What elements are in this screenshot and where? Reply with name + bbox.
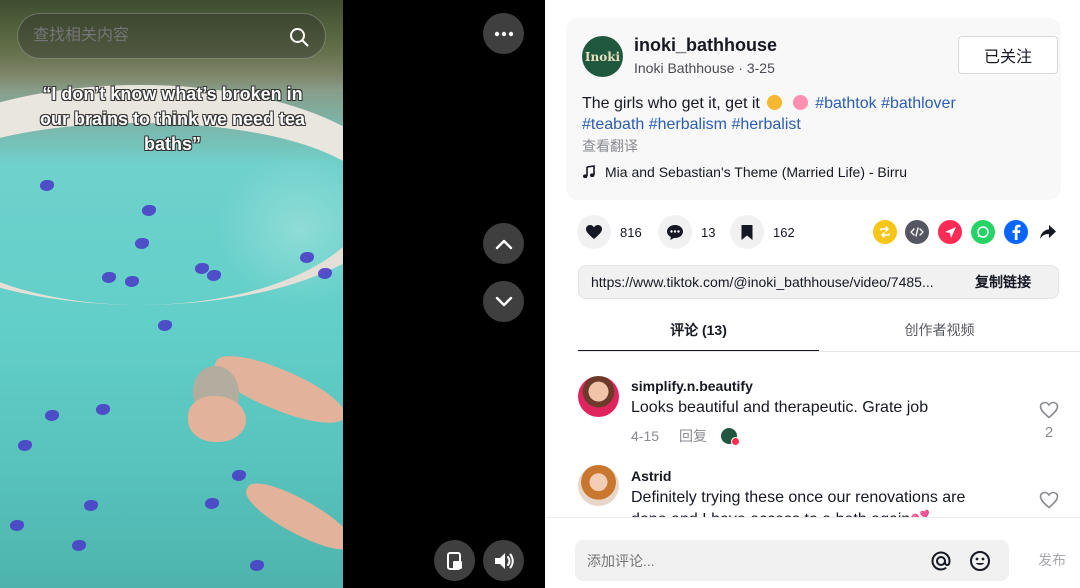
heart-icon <box>586 225 602 239</box>
whatsapp-icon[interactable] <box>971 220 995 244</box>
more-icon <box>494 31 513 36</box>
tab-comments[interactable]: 评论 (13) <box>578 320 819 352</box>
save-count: 162 <box>773 224 795 240</box>
comment-date: 4-15 <box>631 428 660 444</box>
author-liked-avatar-icon <box>721 428 741 446</box>
comment-count: 13 <box>701 224 716 240</box>
comment-composer: 发布 <box>545 517 1080 588</box>
video-player[interactable]: “I don’t know what’s broken in our brain… <box>0 0 545 588</box>
comment-input-box[interactable] <box>575 540 1009 581</box>
comment-meta: 4-15 回复 <box>631 426 741 446</box>
post-info-card: Inoki inoki_bathhouse Inoki Bathhouse · … <box>566 18 1061 200</box>
comment-button[interactable] <box>658 215 692 249</box>
comment-username[interactable]: Astrid <box>631 468 671 484</box>
details-panel: Inoki inoki_bathhouse Inoki Bathhouse · … <box>545 0 1080 588</box>
flower-petal <box>10 520 24 531</box>
flower-petal <box>18 440 32 451</box>
save-stat[interactable]: 162 <box>730 215 795 249</box>
music-title: Mia and Sebastian's Theme (Married Life)… <box>605 164 907 180</box>
arm <box>239 473 343 561</box>
repost-icon[interactable] <box>873 220 897 244</box>
more-options-button[interactable] <box>483 13 524 54</box>
floating-player-icon <box>446 551 462 570</box>
flower-petal <box>232 470 246 481</box>
hashtag-link[interactable]: #bathtok <box>815 95 876 112</box>
commenter-avatar[interactable] <box>578 376 619 417</box>
video-frame[interactable]: “I don’t know what’s broken in our brain… <box>0 0 343 588</box>
volume-icon <box>494 552 514 569</box>
comment-username[interactable]: simplify.n.beautify <box>631 378 753 394</box>
heart-badge-icon <box>731 437 741 446</box>
tabs-divider <box>578 351 1080 352</box>
embed-icon[interactable] <box>905 220 929 244</box>
comment-like-heart-icon[interactable] <box>1038 401 1060 419</box>
flower-petal <box>72 540 86 551</box>
comment-stat[interactable]: 13 <box>658 215 715 249</box>
app-root: “I don’t know what’s broken in our brain… <box>0 0 1080 588</box>
bookmark-icon <box>741 224 753 240</box>
share-arrow-icon[interactable] <box>1036 220 1060 244</box>
comment-bubble-icon <box>667 224 683 240</box>
copy-link-button[interactable]: 复制链接 <box>948 266 1058 298</box>
search-input[interactable] <box>33 25 273 47</box>
comment-like-heart-icon[interactable] <box>1038 491 1060 509</box>
tab-creator-videos[interactable]: 创作者视频 <box>819 320 1060 352</box>
reply-button[interactable]: 回复 <box>679 426 707 446</box>
like-stat[interactable]: 816 <box>577 215 642 249</box>
post-description: The girls who get it, get it #bathtok #b… <box>582 93 1042 135</box>
avatar-logo-text: Inoki <box>584 49 621 64</box>
chevron-down-icon <box>495 296 512 306</box>
send-icon[interactable] <box>938 220 962 244</box>
music-link[interactable]: Mia and Sebastian's Theme (Married Life)… <box>582 164 907 180</box>
flower-petal <box>96 404 110 415</box>
mention-icon[interactable] <box>930 550 952 572</box>
flower-petal <box>318 268 332 279</box>
flower-petal <box>84 500 98 511</box>
see-translation-link[interactable]: 查看翻译 <box>582 136 638 156</box>
video-link-box: https://www.tiktok.com/@inoki_bathhouse/… <box>578 265 1059 299</box>
author-meta: Inoki Bathhouse · 3-25 <box>634 60 775 76</box>
next-video-button[interactable] <box>483 281 524 322</box>
comment-like-count: 2 <box>1044 424 1054 441</box>
facebook-icon[interactable] <box>1004 220 1028 244</box>
hashtag-link[interactable]: #herbalist <box>731 116 800 133</box>
author-handle[interactable]: inoki_bathhouse <box>634 35 777 56</box>
hand <box>188 396 246 442</box>
author-avatar[interactable]: Inoki <box>582 36 623 77</box>
video-url[interactable]: https://www.tiktok.com/@inoki_bathhouse/… <box>591 274 963 290</box>
flower-petal <box>250 560 264 571</box>
flower-petal <box>45 410 59 421</box>
search-icon[interactable] <box>289 27 309 47</box>
hashtag-link[interactable]: #bathlover <box>881 95 956 112</box>
music-note-icon <box>583 165 595 178</box>
hashtag-link[interactable]: #teabath <box>582 116 644 133</box>
like-button[interactable] <box>577 215 611 249</box>
comment-input[interactable] <box>587 550 907 572</box>
previous-video-button[interactable] <box>483 223 524 264</box>
smiling-face-emoji-icon <box>767 95 783 110</box>
post-comment-button[interactable]: 发布 <box>1038 550 1066 570</box>
hashtag-link[interactable]: #herbalism <box>649 116 727 133</box>
chevron-up-icon <box>495 239 512 249</box>
emoji-icon[interactable] <box>969 550 991 572</box>
flower-emoji-icon <box>792 95 808 110</box>
comment-text: Looks beautiful and therapeutic. Grate j… <box>631 399 929 416</box>
commenter-avatar[interactable] <box>578 465 619 506</box>
description-text: The girls who get it, get it <box>582 95 760 112</box>
video-caption: “I don’t know what’s broken in our brain… <box>39 84 306 154</box>
like-count: 816 <box>620 224 642 240</box>
flower-petal <box>205 498 219 509</box>
follow-button[interactable]: 已关注 <box>958 36 1058 74</box>
flower-petal <box>158 320 172 331</box>
volume-button[interactable] <box>483 540 524 581</box>
floating-player-button[interactable] <box>434 540 475 581</box>
save-button[interactable] <box>730 215 764 249</box>
